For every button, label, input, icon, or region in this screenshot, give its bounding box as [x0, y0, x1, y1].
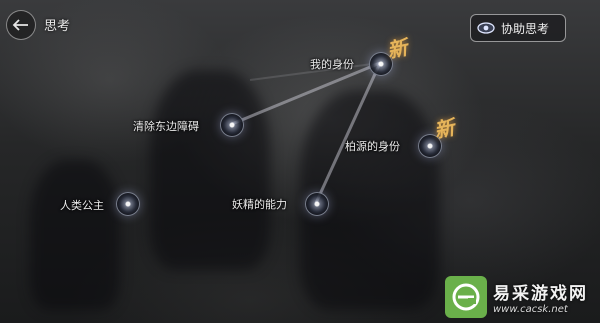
watermark-brand: 易采游戏网 — [493, 284, 588, 304]
eye-icon — [477, 22, 495, 34]
back-button[interactable] — [6, 10, 36, 40]
page-title: 思考 — [44, 19, 71, 34]
watermark-url: www.cacsk.net — [493, 304, 568, 315]
node-label-human-princess: 人类公主 — [60, 199, 104, 212]
assist-thinking-label: 协助思考 — [501, 21, 550, 36]
node-fairy-power[interactable] — [305, 192, 329, 216]
node-label-bailuyuan-identity: 柏源的身份 — [345, 140, 400, 153]
assist-thinking-button[interactable]: 协助思考 — [470, 14, 566, 42]
node-human-princess[interactable] — [116, 192, 140, 216]
watermark-logo — [445, 276, 487, 318]
node-clear-barrier[interactable] — [220, 113, 244, 137]
arrow-left-icon — [12, 19, 28, 31]
site-watermark: 易采游戏网 www.cacsk.net — [445, 274, 595, 320]
node-label-clear-barrier: 清除东边障碍 — [133, 120, 199, 133]
node-label-my-identity: 我的身份 — [310, 58, 354, 71]
thinking-board: 思考 协助思考 我的身份 新 清除东边障碍 柏源的身份 新 人类公主 妖精的能力… — [0, 0, 600, 323]
node-label-fairy-power: 妖精的能力 — [232, 198, 287, 211]
e-letter-icon — [452, 283, 480, 311]
